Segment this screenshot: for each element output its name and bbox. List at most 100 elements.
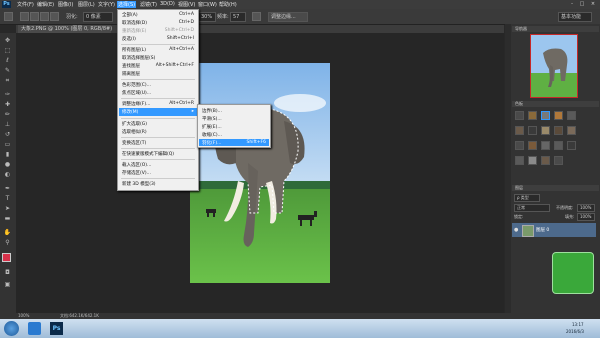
dodge-icon[interactable]: ◐: [3, 171, 12, 178]
screen-mode-icon[interactable]: ▣: [3, 281, 12, 288]
elephant-image[interactable]: [190, 63, 330, 283]
menu-item-find-layers[interactable]: 查找图层: [122, 63, 140, 69]
swatch[interactable]: [515, 141, 524, 150]
fill-input[interactable]: 100%: [577, 213, 595, 221]
blur-icon[interactable]: ●: [3, 161, 12, 168]
swatch[interactable]: [515, 126, 524, 135]
layer-row[interactable]: ● 图层 0: [512, 223, 596, 237]
menu-item-modify[interactable]: 修改(M) ▸: [119, 108, 197, 116]
move-tool-icon[interactable]: ✥: [3, 37, 12, 44]
visibility-eye-icon[interactable]: ●: [514, 227, 518, 233]
close-window-button[interactable]: ×: [589, 1, 597, 7]
menu-item-refine-edge[interactable]: 调整边缘(F)...: [122, 101, 150, 107]
menu-item-transform-selection[interactable]: 变换选区(T): [122, 140, 146, 146]
submenu-item-expand[interactable]: 扩展(E)...: [202, 124, 222, 130]
swatch[interactable]: [541, 111, 550, 120]
crop-icon[interactable]: ⌗: [3, 77, 12, 84]
zoom-input[interactable]: 30%: [198, 12, 216, 22]
menu-file[interactable]: 文件(F): [17, 1, 34, 8]
foreground-color-swatch[interactable]: [2, 253, 11, 262]
menu-edit[interactable]: 编辑(E): [37, 1, 54, 8]
menu-filter[interactable]: 滤镜(T): [140, 1, 157, 8]
eyedropper-icon[interactable]: ✑: [3, 91, 12, 98]
feather-input[interactable]: 0 像素: [83, 12, 113, 22]
browser-taskbar-icon[interactable]: [28, 322, 41, 335]
brush-icon[interactable]: ✏: [3, 111, 12, 118]
maximize-button[interactable]: □: [578, 1, 586, 7]
swatch[interactable]: [554, 141, 563, 150]
lasso-icon[interactable]: ℓ: [3, 57, 12, 64]
quick-select-icon[interactable]: ✎: [3, 67, 12, 74]
workspace-select[interactable]: 基本功能: [558, 12, 592, 22]
history-brush-icon[interactable]: ↺: [3, 131, 12, 138]
swatch[interactable]: [554, 111, 563, 120]
blend-mode-select[interactable]: 正常: [514, 204, 550, 212]
swatch[interactable]: [528, 156, 537, 165]
pen-pressure-icon[interactable]: [252, 12, 261, 21]
new-selection-icon[interactable]: [20, 12, 29, 21]
menu-select[interactable]: 选择(S): [117, 1, 137, 8]
path-select-icon[interactable]: ➤: [3, 205, 12, 212]
menu-item-load-selection[interactable]: 载入选区(O)...: [122, 162, 151, 168]
swatch[interactable]: [567, 111, 576, 120]
zoom-icon[interactable]: ⚲: [3, 239, 12, 246]
submenu-item-border[interactable]: 边界(B)...: [202, 108, 222, 114]
refine-edge-button[interactable]: 调整边缘...: [268, 12, 308, 22]
layers-tab[interactable]: 图层: [515, 185, 523, 190]
opacity-input[interactable]: 100%: [577, 204, 595, 212]
swatch[interactable]: [554, 156, 563, 165]
swatch[interactable]: [567, 126, 576, 135]
submenu-item-smooth[interactable]: 平滑(S)...: [202, 116, 222, 122]
menu-item-inverse[interactable]: 反选(I): [122, 36, 136, 42]
menu-window[interactable]: 窗口(W): [198, 1, 217, 8]
menu-item-save-selection[interactable]: 存储选区(V)...: [122, 170, 151, 176]
swatch[interactable]: [528, 141, 537, 150]
shape-icon[interactable]: ▬: [3, 215, 12, 222]
navigator-panel-header[interactable]: 导航器: [512, 26, 599, 32]
menu-item-quick-mask[interactable]: 在快速蒙版模式下编辑(Q): [122, 151, 174, 157]
menu-item-all-layers[interactable]: 所有图层(L): [122, 47, 146, 53]
intersect-selection-icon[interactable]: [50, 12, 59, 21]
menu-view[interactable]: 视图(V): [178, 1, 195, 8]
menu-layer[interactable]: 图层(L): [78, 1, 95, 8]
swatch[interactable]: [528, 111, 537, 120]
layer-kind-filter[interactable]: ρ 类型: [514, 194, 540, 202]
swatch[interactable]: [515, 156, 524, 165]
navigator-thumbnail[interactable]: [530, 34, 578, 98]
swatch[interactable]: [541, 126, 550, 135]
menu-item-deselect-layers[interactable]: 取消选择图层(S): [122, 55, 155, 61]
swatches-tab[interactable]: 色板: [515, 101, 523, 106]
menu-item-grow[interactable]: 扩大选取(G): [122, 121, 147, 127]
layer-name[interactable]: 图层 0: [536, 227, 549, 233]
menu-help[interactable]: 帮助(H): [219, 1, 237, 8]
swatches-panel-header[interactable]: 色板: [512, 101, 599, 107]
swatch[interactable]: [554, 126, 563, 135]
menu-item-all[interactable]: 全部(A): [122, 12, 138, 18]
photoshop-taskbar-icon[interactable]: Ps: [50, 322, 63, 335]
add-selection-icon[interactable]: [30, 12, 39, 21]
swatch[interactable]: [515, 111, 524, 120]
menu-item-color-range[interactable]: 色彩范围(C)...: [122, 82, 151, 88]
clone-stamp-icon[interactable]: ⊥: [3, 121, 12, 128]
submenu-item-feather[interactable]: 羽化(F)... Shift+F6: [199, 139, 269, 146]
start-button[interactable]: [4, 321, 19, 336]
minimize-button[interactable]: -: [568, 1, 576, 7]
swatch[interactable]: [541, 141, 550, 150]
hand-icon[interactable]: ✋: [3, 229, 12, 236]
frequency-input[interactable]: 57: [230, 12, 246, 22]
menu-item-similar[interactable]: 选取相似(R): [122, 129, 147, 135]
swatch[interactable]: [567, 141, 576, 150]
menu-item-deselect[interactable]: 取消选择(D): [122, 20, 147, 26]
navigator-tab[interactable]: 导航器: [515, 26, 527, 31]
type-icon[interactable]: T: [3, 195, 12, 202]
gradient-icon[interactable]: ▮: [3, 151, 12, 158]
healing-brush-icon[interactable]: ✚: [3, 101, 12, 108]
eraser-icon[interactable]: ▭: [3, 141, 12, 148]
menu-item-new-3d-model[interactable]: 新建 3D 模型(3): [122, 181, 156, 187]
subtract-selection-icon[interactable]: [40, 12, 49, 21]
document-tab[interactable]: 大象2.PNG @ 100% (图层 0, RGB/8#) ×: [18, 25, 121, 33]
menu-3d[interactable]: 3D(D): [160, 1, 175, 7]
menu-type[interactable]: 文字(Y): [98, 1, 115, 8]
quick-mask-icon[interactable]: ◘: [3, 269, 12, 276]
layers-panel-header[interactable]: 图层: [512, 185, 599, 191]
